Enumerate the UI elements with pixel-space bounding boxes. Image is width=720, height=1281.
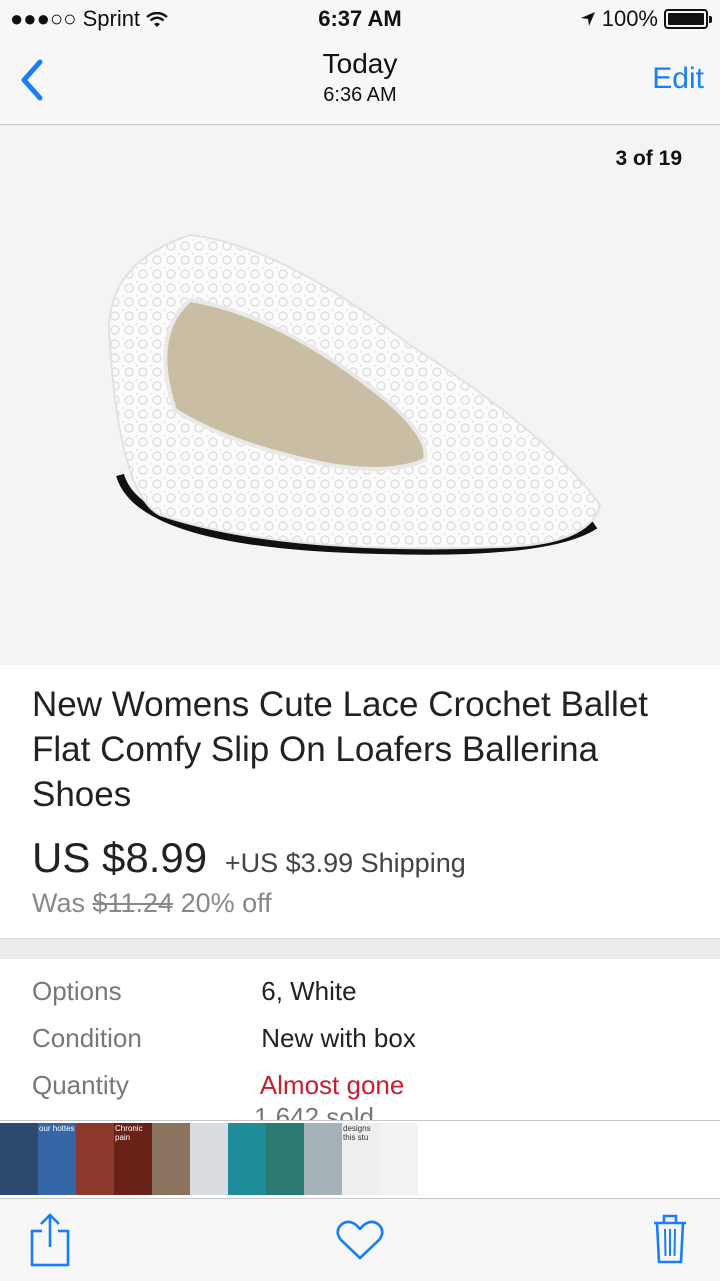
thumbnail[interactable]: Chronic pain [114,1123,152,1195]
discount: 20% off [180,888,272,918]
condition-label: Condition [32,1023,142,1053]
sold-count: 1,642 sold [254,1102,374,1120]
thumbnail-strip[interactable]: our hottes Chronic pain designs this stu [0,1120,720,1199]
condition-value: New with box [261,1023,416,1053]
navigation-bar: Today 6:36 AM Edit [0,40,720,125]
thumbnail[interactable]: designs this stu [342,1123,380,1195]
options-row: Options 6, White [32,976,357,1007]
lace-ballet-flat-image [108,233,602,555]
battery-icon [664,9,712,29]
quantity-value: Almost gone [259,1070,405,1100]
thumbnail[interactable] [304,1123,342,1195]
was-label: Was [32,888,85,918]
thumbnail[interactable] [228,1123,266,1195]
edit-button[interactable]: Edit [652,62,704,96]
bottom-toolbar [0,1198,720,1281]
nav-subtitle: 6:36 AM [323,84,397,106]
status-right: 100% [580,6,712,32]
thumbnail-label: Chronic pain [115,1124,143,1142]
battery-fill [668,13,704,25]
nav-title: Today [322,48,398,79]
thumbnail[interactable] [266,1123,304,1195]
product-photo[interactable]: 3 of 19 [0,125,720,665]
options-label: Options [32,976,122,1006]
thumbnail-label: our hottes [39,1124,75,1133]
heart-icon[interactable] [336,1219,384,1261]
quantity-row: Quantity Almost gone [32,1070,404,1101]
quantity-label: Quantity [32,1070,129,1100]
section-divider [0,938,720,959]
nav-title-group: Today 6:36 AM [0,48,720,107]
thumbnail[interactable] [190,1123,228,1195]
listing-title: New Womens Cute Lace Crochet Ballet Flat… [32,685,649,814]
options-value: 6, White [261,976,357,1006]
original-price: $11.24 [92,888,174,918]
status-bar: ●●●○○ Sprint 6:37 AM 100% [0,0,720,40]
thumbnail[interactable] [152,1123,190,1195]
condition-row: Condition New with box [32,1023,416,1054]
thumbnail[interactable] [0,1123,38,1195]
price: US $8.99 [32,834,208,881]
shipping-cost: +US $3.99 Shipping [224,848,466,878]
thumbnail[interactable] [380,1123,418,1195]
thumbnail[interactable] [76,1123,114,1195]
photo-counter: 3 of 19 [615,147,682,170]
location-arrow-icon [580,12,595,26]
trash-icon[interactable] [650,1211,690,1265]
price-row: US $8.99 +US $3.99 Shipping [32,834,466,882]
share-icon[interactable] [28,1213,72,1267]
thumbnail-label: designs this stu [343,1124,371,1142]
was-price-row: Was $11.24 20% off [32,888,272,919]
battery-percent: 100% [601,6,658,31]
thumbnail[interactable]: our hottes [38,1123,76,1195]
